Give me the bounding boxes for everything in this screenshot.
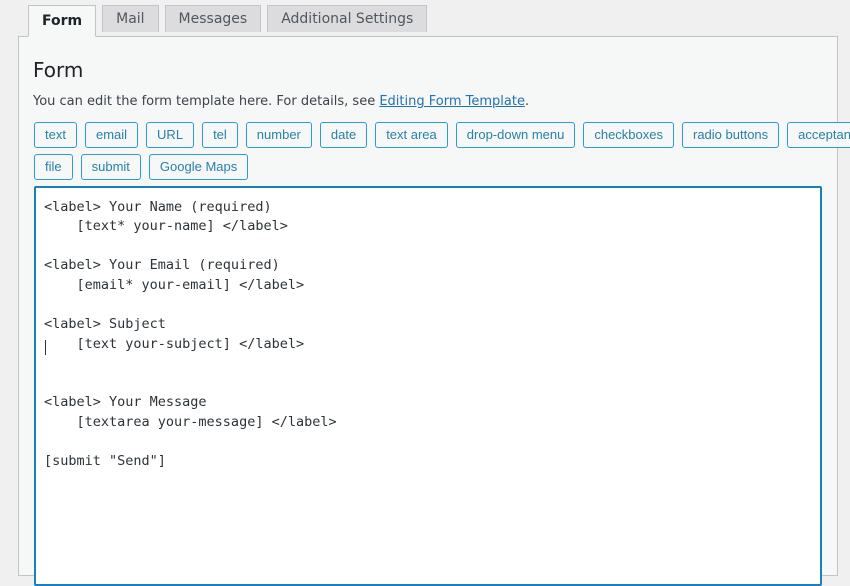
tag-button-google-maps[interactable]: Google Maps — [148, 153, 249, 180]
text-caret — [45, 339, 46, 355]
tab-mail[interactable]: Mail — [102, 5, 159, 32]
panel-description: You can edit the form template here. For… — [33, 92, 825, 112]
tag-button-text[interactable]: text — [34, 121, 77, 148]
form-template-code: <label> Your Name (required) [text* your… — [44, 198, 337, 470]
tab-messages[interactable]: Messages — [164, 5, 262, 32]
tag-button-email[interactable]: email — [84, 121, 139, 148]
tab-label: Form — [42, 12, 83, 29]
form-template-editor[interactable]: <label> Your Name (required) [text* your… — [34, 185, 822, 586]
tag-button-drop-down-menu[interactable]: drop-down menu — [455, 121, 576, 148]
tag-button-checkboxes[interactable]: checkboxes — [583, 121, 674, 148]
tag-button-row-2: file submit Google Maps — [34, 153, 825, 180]
tag-button-date[interactable]: date — [319, 121, 368, 148]
tag-button-acceptance[interactable]: acceptance — [787, 121, 850, 148]
tag-button-row-1: text email URL tel number date text area… — [34, 121, 850, 148]
description-text-end: . — [524, 94, 530, 109]
description-text: You can edit the form template here. For… — [33, 94, 380, 109]
tag-button-submit[interactable]: submit — [80, 153, 141, 180]
editing-form-template-link[interactable]: Editing Form Template — [379, 94, 525, 109]
tag-button-file[interactable]: file — [34, 153, 73, 180]
tab-label: Mail — [116, 10, 145, 27]
tab-strip: Form Mail Messages Additional Settings — [0, 0, 850, 37]
tab-list: Form Mail Messages Additional Settings — [28, 0, 850, 37]
tag-button-radio-buttons[interactable]: radio buttons — [682, 121, 780, 148]
tab-label: Messages — [178, 10, 248, 27]
tag-button-url[interactable]: URL — [146, 121, 195, 148]
form-panel: Form You can edit the form template here… — [18, 36, 850, 586]
tab-form[interactable]: Form — [28, 5, 97, 37]
tag-generator-buttons: text email URL tel number date text area… — [34, 121, 850, 180]
tag-button-text-area[interactable]: text area — [375, 121, 448, 148]
tag-button-tel[interactable]: tel — [202, 121, 238, 148]
panel-content: Form You can edit the form template here… — [19, 37, 850, 586]
tab-label: Additional Settings — [281, 10, 414, 27]
page-title: Form — [33, 58, 84, 82]
tag-button-number[interactable]: number — [245, 121, 312, 148]
tab-additional-settings[interactable]: Additional Settings — [267, 5, 428, 32]
